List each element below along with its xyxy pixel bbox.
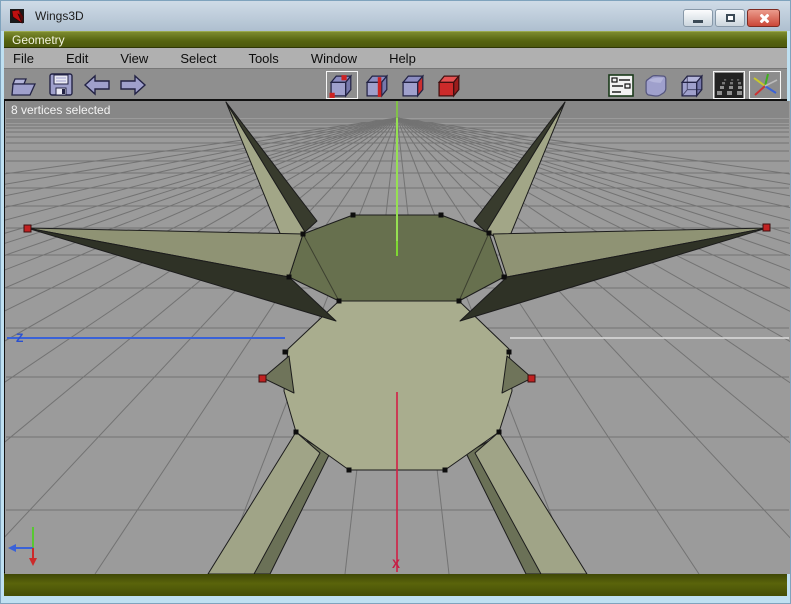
face-cube-icon [401, 73, 428, 98]
flat-shading-button[interactable] [677, 71, 709, 99]
toolbar [4, 69, 787, 101]
menu-edit[interactable]: Edit [57, 51, 102, 66]
geometry-viewport[interactable]: X Z [4, 101, 787, 572]
smooth-cube-icon [644, 73, 671, 98]
back-arrow-icon [83, 74, 111, 96]
face-select-button[interactable] [398, 71, 430, 99]
redo-button[interactable] [117, 71, 149, 99]
edge-cube-icon [365, 73, 392, 98]
minimize-button[interactable] [683, 9, 713, 27]
menu-view[interactable]: View [111, 51, 162, 66]
menu-help[interactable]: Help [380, 51, 430, 66]
vertex-cube-icon [329, 73, 356, 98]
bottom-status-bar [4, 572, 787, 596]
close-icon [758, 13, 769, 24]
minimize-icon [693, 20, 703, 23]
x-axis-label: X [392, 557, 400, 571]
ground-grid-icon [715, 73, 743, 98]
axes-icon [751, 73, 779, 98]
scene-canvas: X Z [5, 101, 790, 574]
info-line-background [6, 101, 789, 118]
body-select-button[interactable] [434, 71, 466, 99]
axes-toggle-button[interactable] [749, 71, 781, 99]
body-cube-icon [437, 73, 464, 98]
menu-tools[interactable]: Tools [239, 51, 292, 66]
z-axis-label: Z [16, 331, 23, 345]
wings3d-window: Wings3D Geometry File Edit View Select T… [0, 0, 791, 604]
maximize-button[interactable] [715, 9, 745, 27]
view-tool-group [605, 71, 781, 99]
edge-select-button[interactable] [362, 71, 394, 99]
vertex-select-button[interactable] [326, 71, 358, 99]
undo-button[interactable] [81, 71, 113, 99]
status-info-text: 8 vertices selected [11, 103, 110, 117]
window-frame: Geometry File Edit View Select Tools Win… [4, 31, 787, 596]
menu-select[interactable]: Select [171, 51, 230, 66]
menu-bar: File Edit View Select Tools Window Help [4, 48, 787, 69]
smooth-shading-button[interactable] [641, 71, 673, 99]
open-folder-icon [11, 73, 39, 97]
close-button[interactable] [747, 9, 780, 27]
geometry-window-header[interactable]: Geometry [4, 31, 787, 48]
window-title: Wings3D [35, 9, 84, 23]
selection-mode-group [326, 71, 466, 99]
open-button[interactable] [9, 71, 41, 99]
save-button[interactable] [45, 71, 77, 99]
forward-arrow-icon [119, 74, 147, 96]
title-bar[interactable]: Wings3D [1, 1, 790, 31]
save-icon [47, 72, 75, 98]
caption-buttons [683, 9, 780, 27]
menu-file[interactable]: File [4, 51, 48, 66]
wireframe-cube-icon [680, 73, 707, 98]
menu-window[interactable]: Window [302, 51, 371, 66]
dialog-settings-icon [607, 73, 635, 98]
geometry-window-title: Geometry [12, 33, 65, 47]
preferences-button[interactable] [605, 71, 637, 99]
file-tool-group [9, 71, 149, 99]
maximize-icon [726, 14, 735, 22]
wings3d-logo-icon [10, 8, 27, 25]
ground-plane-toggle-button[interactable] [713, 71, 745, 99]
